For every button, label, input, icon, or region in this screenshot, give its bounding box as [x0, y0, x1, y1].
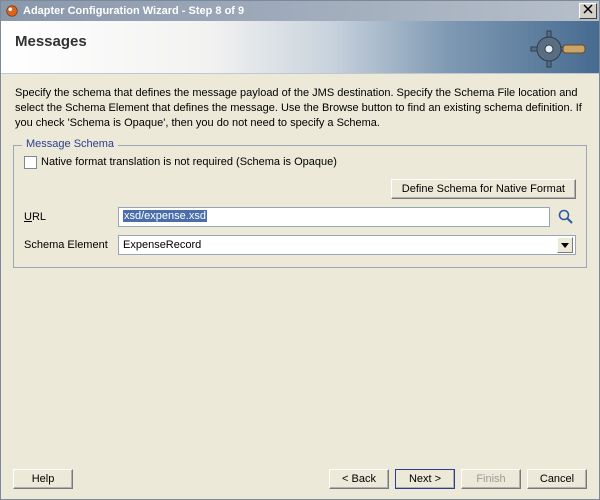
- app-icon: [5, 4, 19, 18]
- opaque-label: Native format translation is not require…: [41, 156, 337, 168]
- help-button[interactable]: Help: [13, 469, 73, 489]
- fieldset-legend: Message Schema: [22, 138, 118, 150]
- close-button[interactable]: [579, 3, 597, 19]
- opaque-checkbox-row[interactable]: Native format translation is not require…: [24, 156, 576, 169]
- url-label: URL: [24, 211, 112, 223]
- opaque-checkbox[interactable]: [24, 156, 37, 169]
- message-schema-group: Message Schema Native format translation…: [13, 145, 587, 268]
- titlebar: Adapter Configuration Wizard - Step 8 of…: [1, 1, 599, 21]
- back-button[interactable]: < Back: [329, 469, 389, 489]
- magnifier-icon: [558, 209, 574, 225]
- window-title: Adapter Configuration Wizard - Step 8 of…: [23, 5, 579, 17]
- schema-element-value: ExpenseRecord: [123, 239, 201, 251]
- cancel-button[interactable]: Cancel: [527, 469, 587, 489]
- footer-buttons: Help < Back Next > Finish Cancel: [1, 461, 599, 499]
- spacer: [1, 268, 599, 461]
- gear-icon: [527, 27, 587, 71]
- schema-element-select[interactable]: ExpenseRecord: [118, 235, 576, 255]
- define-schema-button[interactable]: Define Schema for Native Format: [391, 179, 576, 199]
- browse-button[interactable]: [556, 207, 576, 227]
- url-input[interactable]: xsd/expense.xsd: [118, 207, 550, 227]
- page-title: Messages: [15, 33, 585, 50]
- header-banner: Messages: [1, 21, 599, 74]
- finish-button: Finish: [461, 469, 521, 489]
- schema-element-label: Schema Element: [24, 239, 112, 251]
- instructions-text: Specify the schema that defines the mess…: [1, 74, 599, 139]
- next-button[interactable]: Next >: [395, 469, 455, 489]
- chevron-down-icon: [557, 237, 573, 253]
- wizard-window: Adapter Configuration Wizard - Step 8 of…: [0, 0, 600, 500]
